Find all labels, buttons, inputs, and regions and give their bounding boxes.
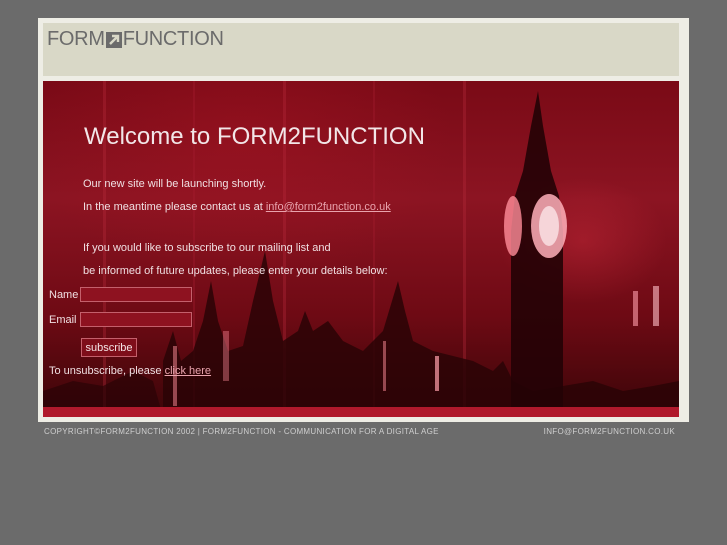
logo-text-form: FORM <box>47 28 105 50</box>
page-title: Welcome to FORM2FUNCTION <box>84 123 425 150</box>
subscribe-info-line1: If you would like to subscribe to our ma… <box>83 242 331 254</box>
unsubscribe-link[interactable]: click here <box>165 365 211 377</box>
email-input[interactable] <box>80 312 192 327</box>
hero-content: Welcome to FORM2FUNCTION Our new site wi… <box>43 81 679 417</box>
contact-text-prefix: In the meantime please contact us at <box>83 201 266 213</box>
subscribe-button[interactable]: subscribe <box>81 338 137 357</box>
footer-email-link[interactable]: INFO@FORM2FUNCTION.CO.UK <box>544 427 675 436</box>
name-label: Name <box>49 289 79 301</box>
site-header: FORM FUNCTION <box>43 23 679 76</box>
contact-text: In the meantime please contact us at inf… <box>83 201 391 213</box>
launch-text: Our new site will be launching shortly. <box>83 178 267 190</box>
name-input[interactable] <box>80 287 192 302</box>
arrow-up-right-icon <box>105 31 122 48</box>
email-label: Email <box>49 314 77 326</box>
contact-email-link[interactable]: info@form2function.co.uk <box>266 201 391 213</box>
unsubscribe-prefix: To unsubscribe, please <box>49 365 165 377</box>
hero-banner: Welcome to FORM2FUNCTION Our new site wi… <box>43 81 679 417</box>
subscribe-info-line2: be informed of future updates, please en… <box>83 265 388 277</box>
logo-text-function: FUNCTION <box>122 28 224 50</box>
unsubscribe-text: To unsubscribe, please click here <box>49 365 211 377</box>
page-frame: FORM FUNCTION Welcome to FORM2FUNCTION O… <box>38 18 689 422</box>
footer-copyright: COPYRIGHT©FORM2FUNCTION 2002 | FORM2FUNC… <box>44 427 439 436</box>
site-logo[interactable]: FORM FUNCTION <box>47 28 224 51</box>
